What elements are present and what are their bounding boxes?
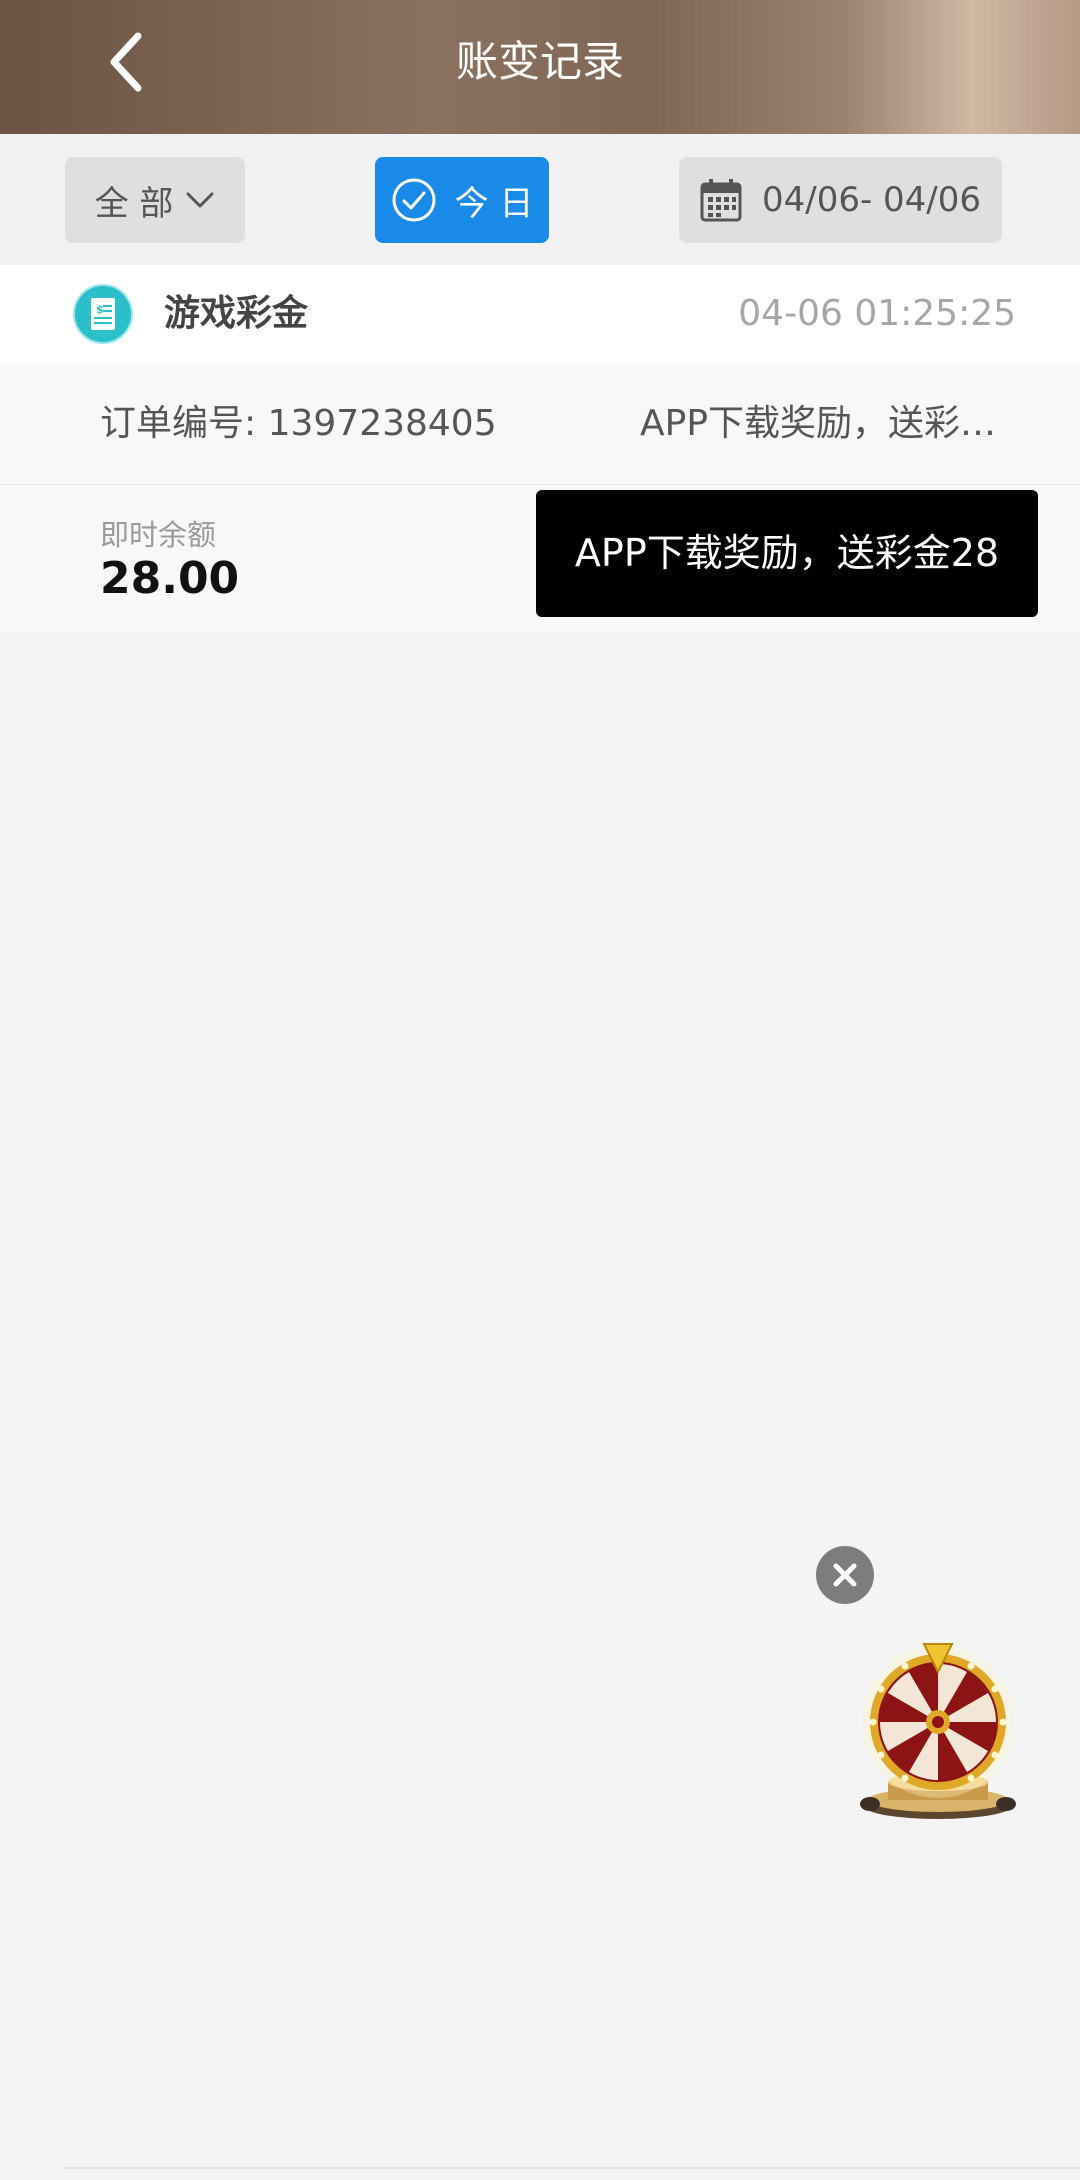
- svg-text:$: $: [96, 303, 104, 316]
- close-icon: [833, 1563, 857, 1587]
- prize-wheel-button[interactable]: [858, 1640, 1018, 1822]
- close-wheel-button[interactable]: [816, 1546, 874, 1604]
- order-number: 订单编号: 1397238405: [100, 403, 497, 444]
- screen: 账变记录 全 部 今 日 04/06- 04/06 $ 游戏彩金 04-06 0…: [0, 0, 1080, 2180]
- back-button[interactable]: [96, 30, 160, 94]
- calendar-icon: [700, 179, 742, 222]
- today-filter-button[interactable]: 今 日: [375, 157, 549, 243]
- type-filter-label: 全 部: [94, 183, 174, 224]
- header-bar: 账变记录: [0, 0, 1080, 134]
- order-description[interactable]: APP下载奖励，送彩金28: [640, 363, 1016, 484]
- record-header[interactable]: $ 游戏彩金 04-06 01:25:25: [0, 265, 1080, 363]
- record-type: 游戏彩金: [164, 293, 309, 334]
- type-filter-dropdown[interactable]: 全 部: [65, 157, 245, 243]
- bottom-divider: [64, 2167, 1080, 2169]
- today-filter-label: 今 日: [454, 183, 534, 224]
- chevron-down-icon: [186, 192, 214, 208]
- balance-value: 28.00: [100, 553, 240, 604]
- record-time: 04-06 01:25:25: [738, 293, 1016, 334]
- date-range-picker[interactable]: 04/06- 04/06: [679, 157, 1002, 243]
- record-order-row: 订单编号: 1397238405 APP下载奖励，送彩金28: [0, 363, 1080, 485]
- chevron-left-icon: [110, 32, 142, 92]
- description-tooltip: APP下载奖励，送彩金28: [536, 490, 1038, 617]
- balance-label: 即时余额: [100, 518, 217, 552]
- filter-bar: 全 部 今 日 04/06- 04/06: [0, 134, 1080, 265]
- receipt-icon: $: [73, 284, 133, 344]
- date-range-label: 04/06- 04/06: [761, 180, 982, 220]
- prize-wheel-icon: [860, 1643, 1016, 1819]
- check-circle-icon: [392, 178, 436, 222]
- page-title: 账变记录: [455, 37, 624, 86]
